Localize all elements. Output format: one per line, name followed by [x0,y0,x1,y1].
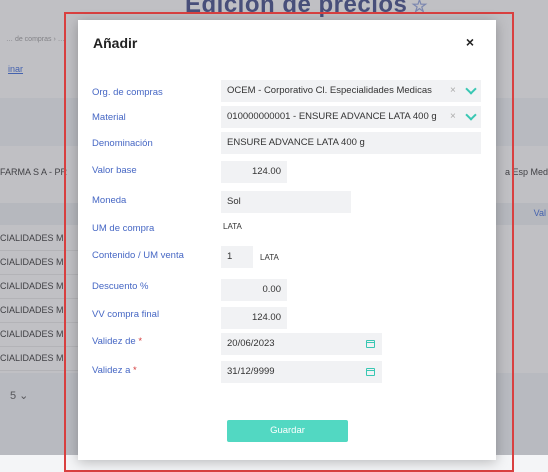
required-mark: * [133,365,137,376]
add-price-modal: Añadir × Org. de compras OCEM - Corporat… [78,20,496,460]
validez-de-label: Validez de * [92,336,143,347]
contenido-label: Contenido / UM venta [92,250,184,261]
required-mark: * [138,336,143,347]
org-select[interactable]: OCEM - Corporativo Cl. Especialidades Me… [221,80,481,102]
contenido-unit: LATA [260,253,279,262]
modal-title: Añadir [93,35,138,51]
clear-org-icon[interactable]: × [450,85,456,96]
vv-compra-field[interactable]: 124.00 [221,307,287,329]
material-value: 010000000001 - ENSURE ADVANCE LATA 400 g [227,111,437,122]
validez-de-field[interactable]: 20/06/2023 [221,333,382,355]
denominacion-field[interactable]: ENSURE ADVANCE LATA 400 g [221,132,481,154]
vv-compra-label: VV compra final [92,309,160,320]
descuento-field[interactable]: 0.00 [221,279,287,301]
org-label: Org. de compras [92,87,163,98]
material-select[interactable]: 010000000001 - ENSURE ADVANCE LATA 400 g [221,106,481,128]
descuento-label: Descuento % [92,281,149,292]
moneda-label: Moneda [92,195,127,206]
validez-a-label: Validez a * [92,365,137,376]
um-compra-label: UM de compra [92,223,155,234]
um-compra-value: LATA [223,222,242,231]
close-icon[interactable]: × [466,34,474,50]
denominacion-label: Denominación [92,138,153,149]
validez-a-field[interactable]: 31/12/9999 [221,361,382,383]
org-value: OCEM - Corporativo Cl. Especialidades Me… [227,85,432,96]
material-label: Material [92,112,126,123]
calendar-icon[interactable] [366,368,375,376]
calendar-icon[interactable] [366,340,375,348]
valor-base-label: Valor base [92,165,137,176]
validez-a-value: 31/12/9999 [227,366,275,377]
save-button[interactable]: Guardar [227,420,348,442]
moneda-field[interactable]: Sol [221,191,351,213]
validez-de-value: 20/06/2023 [227,338,275,349]
contenido-qty-field[interactable]: 1 [221,246,253,268]
clear-material-icon[interactable]: × [450,111,456,122]
valor-base-field[interactable]: 124.00 [221,161,287,183]
